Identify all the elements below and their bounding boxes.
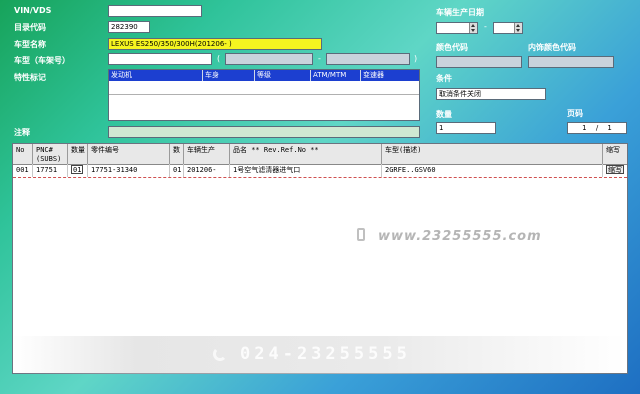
production-date-sep: - [484,22,487,31]
table-row[interactable]: 001 17751 01 17751-31340 01 201206- 1号空气… [13,164,627,178]
quantity-input[interactable]: 1 [436,122,496,134]
abbr-button[interactable]: 缩写 [606,165,624,174]
col-model-header: 车型(描述) [382,144,603,164]
mobile-phone-icon [357,228,365,241]
feature-grade-header: 等级 [255,70,311,81]
grid-header: No PNC# (SUBS) 数量 零件编号 数 车辆生产 品名 ** Rev.… [13,144,627,165]
col-count-header: 数 [170,144,184,164]
color-code-label: 颜色代码 [436,43,468,52]
page-indicator: 1 / 1 [567,122,627,134]
col-part-name-header: 品名 ** Rev.Ref.No ** [230,144,382,164]
features-header: 发动机 车身 等级 ATM/MTM 变速器 [109,70,419,81]
model-name-label: 车型名称 [14,40,46,49]
frame-input-2[interactable] [326,53,410,65]
phone-watermark: 024-23255555 [240,344,411,364]
phone-handset-icon [213,347,227,361]
quantity-label: 数量 [436,110,452,119]
model-frame-label: 车型（车架号） [14,56,70,65]
col-abbr-header: 缩写 [606,146,620,154]
vin-label: VIN/VDS [14,6,52,15]
frame-input-1[interactable] [225,53,313,65]
cell-model: 2GRFE..GSV60 [382,164,603,177]
model-name-field: LEXUS ES250/350/300H(201206- ) [108,38,322,50]
page-separator: / [595,124,599,132]
note-label: 注释 [14,128,30,137]
features-box: 发动机 车身 等级 ATM/MTM 变速器 [108,69,420,121]
catalog-code-label: 目录代码 [14,23,46,32]
catalog-code-input[interactable]: 282390 [108,21,150,33]
feature-body-header: 车身 [203,70,255,81]
date-from-spinner-icon[interactable] [469,23,477,33]
condition-button[interactable]: 取消条件关闭 [436,88,546,100]
cell-qty[interactable]: 01 [68,164,88,177]
frame-paren-open: ( [217,54,221,63]
feature-engine-header: 发动机 [109,70,203,81]
col-no-header: No [13,144,33,164]
note-field [108,126,420,138]
interior-color-label: 内饰颜色代码 [528,43,576,52]
page-total: 1 [607,124,612,132]
production-date-label: 车辆生产日期 [436,8,484,17]
url-watermark: www.23255555.com [378,229,542,244]
production-date-to[interactable] [493,22,523,34]
col-pnc-header: PNC# (SUBS) [33,144,68,164]
brand-watermark: 丰联汽配在线 [352,196,514,224]
cell-abbr[interactable]: 缩写 [603,164,627,177]
features-label: 特性标记 [14,73,46,82]
cell-part-name: 1号空气滤清器进气口 [230,164,382,177]
frame-dash: - [318,54,321,63]
frame-paren-close: ) [414,54,418,63]
cell-no: 001 [13,164,33,177]
condition-label: 条件 [436,74,452,83]
col-qty-header: 数量 [68,144,88,164]
cell-part-number: 17751-31340 [88,164,170,177]
col-production-header: 车辆生产 [184,144,230,164]
production-date-from[interactable] [436,22,478,34]
cell-qty-input[interactable]: 01 [71,165,84,174]
cell-pnc: 17751 [33,164,68,177]
cell-count: 01 [170,164,184,177]
feature-transmission-header: 变速器 [363,71,384,79]
color-code-field[interactable] [436,56,522,68]
features-row[interactable] [109,81,419,95]
cell-production: 201206- [184,164,230,177]
col-part-number-header: 零件编号 [88,144,170,164]
interior-color-field[interactable] [528,56,614,68]
model-frame-input[interactable] [108,53,212,65]
feature-atm-header: ATM/MTM [311,70,361,81]
vin-input[interactable] [108,5,202,17]
page-current: 1 [582,124,587,132]
page-label: 页码 [567,109,583,118]
date-to-spinner-icon[interactable] [514,23,522,33]
